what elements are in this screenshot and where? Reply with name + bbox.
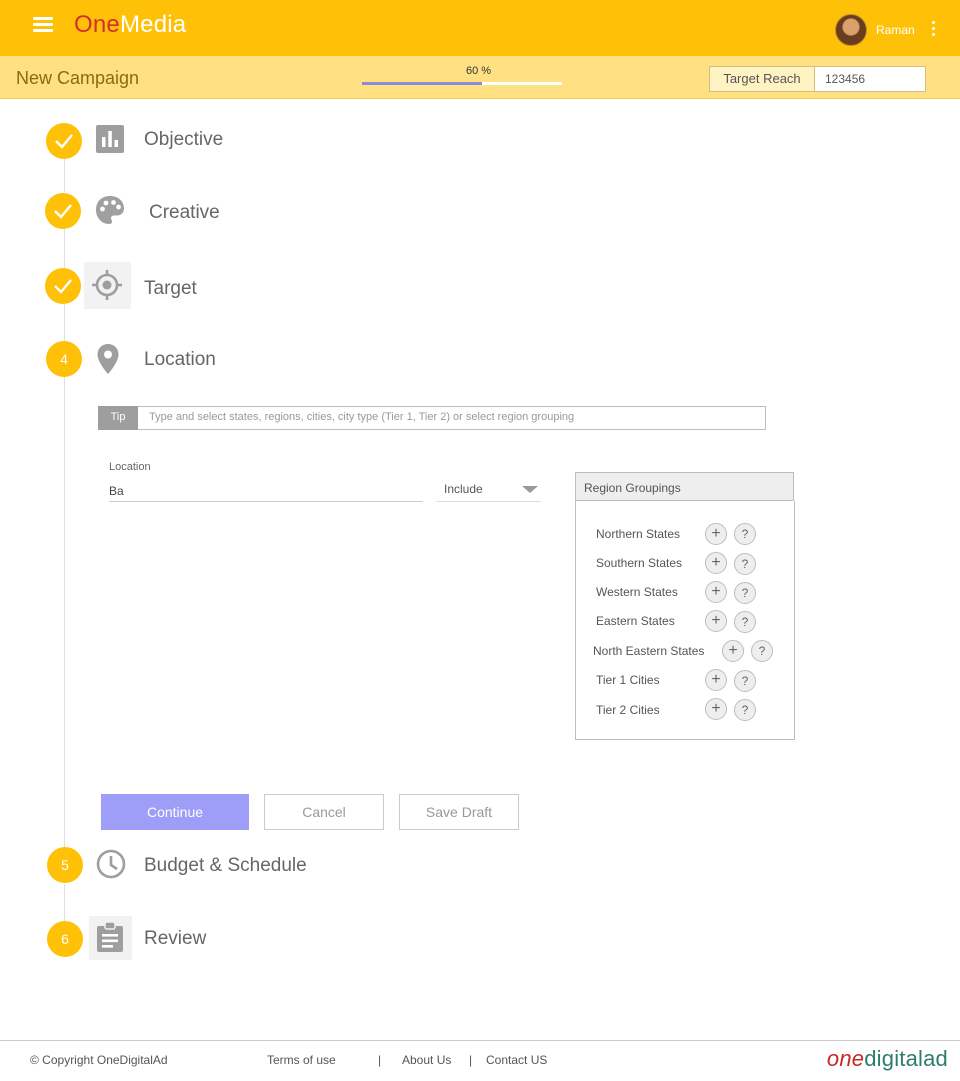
region-groupings-header: Region Groupings xyxy=(575,472,794,501)
location-input[interactable] xyxy=(109,480,423,502)
check-icon xyxy=(54,204,72,219)
brand-one: One xyxy=(74,11,120,38)
clipboard-icon xyxy=(97,921,123,952)
user-name[interactable]: Raman xyxy=(876,23,915,37)
copyright-text: © Copyright OneDigitalAd xyxy=(30,1053,168,1067)
stepper-connector xyxy=(64,229,65,268)
progress-bar xyxy=(362,82,562,85)
add-region-button[interactable]: + xyxy=(705,610,727,632)
region-groupings-title: Region Groupings xyxy=(584,481,681,495)
step-title-budget-schedule[interactable]: Budget & Schedule xyxy=(144,855,307,877)
palette-icon xyxy=(96,196,124,224)
step-review-number[interactable]: 6 xyxy=(47,921,83,957)
more-vert-icon[interactable] xyxy=(928,21,938,37)
dropdown-arrow-icon xyxy=(522,486,538,493)
step-creative-check[interactable] xyxy=(45,193,81,229)
cancel-button[interactable]: Cancel xyxy=(264,794,384,830)
add-region-button[interactable]: + xyxy=(722,640,744,662)
region-grouping-name: Tier 2 Cities xyxy=(596,703,660,717)
region-help-button[interactable]: ? xyxy=(734,611,756,633)
campaign-header: New Campaign 60 % Target Reach xyxy=(0,56,960,99)
add-region-button[interactable]: + xyxy=(705,698,727,720)
map-pin-icon xyxy=(97,344,119,374)
tip-text: Type and select states, regions, cities,… xyxy=(149,411,575,423)
include-exclude-select[interactable]: Include xyxy=(436,478,541,502)
region-help-button[interactable]: ? xyxy=(734,523,756,545)
region-help-button[interactable]: ? xyxy=(734,670,756,692)
contact-link[interactable]: Contact US xyxy=(486,1053,547,1067)
step-title-creative[interactable]: Creative xyxy=(149,202,220,224)
add-region-button[interactable]: + xyxy=(705,581,727,603)
step-title-location[interactable]: Location xyxy=(144,349,216,371)
step-objective-check[interactable] xyxy=(46,123,82,159)
continue-button[interactable]: Continue xyxy=(101,794,249,830)
brand-logo[interactable]: OneMedia xyxy=(74,11,186,39)
about-link[interactable]: About Us xyxy=(402,1053,451,1067)
step-title-target[interactable]: Target xyxy=(144,278,197,300)
region-grouping-name: North Eastern States xyxy=(593,644,705,658)
region-help-button[interactable]: ? xyxy=(734,553,756,575)
target-reach-field: Target Reach xyxy=(709,66,926,92)
bar-chart-icon xyxy=(96,125,124,153)
check-icon xyxy=(55,134,73,149)
clock-icon xyxy=(96,849,126,879)
region-grouping-name: Eastern States xyxy=(596,614,675,628)
onedigitalad-logo: onedigitalad xyxy=(827,1046,948,1072)
region-grouping-name: Southern States xyxy=(596,556,683,570)
hamburger-menu-icon[interactable] xyxy=(33,17,53,33)
include-select-value: Include xyxy=(444,482,483,496)
region-help-button[interactable]: ? xyxy=(734,699,756,721)
footer-separator: | xyxy=(469,1053,473,1067)
region-grouping-name: Western States xyxy=(596,585,678,599)
page-title: New Campaign xyxy=(16,68,140,88)
step-title-review[interactable]: Review xyxy=(144,928,206,950)
check-icon xyxy=(54,279,72,294)
stepper-connector xyxy=(64,158,65,192)
add-region-button[interactable]: + xyxy=(705,669,727,691)
stepper-connector xyxy=(64,304,65,342)
save-draft-button[interactable]: Save Draft xyxy=(399,794,519,830)
region-help-button[interactable]: ? xyxy=(751,640,773,662)
step-budget-number[interactable]: 5 xyxy=(47,847,83,883)
progress-label: 60 % xyxy=(466,65,492,77)
avatar[interactable] xyxy=(835,14,867,46)
logo-digitalad: digitalad xyxy=(864,1046,948,1071)
region-groupings-panel: Northern States + ? Southern States + ? … xyxy=(575,501,795,740)
region-help-button[interactable]: ? xyxy=(734,582,756,604)
target-reach-label: Target Reach xyxy=(710,67,815,91)
tip-label: Tip xyxy=(98,406,138,430)
location-tip: Tip Type and select states, regions, cit… xyxy=(98,406,766,430)
footer: © Copyright OneDigitalAd Terms of use | … xyxy=(0,1040,960,1081)
footer-separator: | xyxy=(378,1053,382,1067)
step-location-number[interactable]: 4 xyxy=(46,341,82,377)
add-region-button[interactable]: + xyxy=(705,523,727,545)
region-grouping-name: Tier 1 Cities xyxy=(596,673,660,687)
step-title-objective[interactable]: Objective xyxy=(144,129,223,151)
region-grouping-name: Northern States xyxy=(596,527,681,541)
step-target-check[interactable] xyxy=(45,268,81,304)
logo-one: one xyxy=(826,1046,865,1071)
brand-media: Media xyxy=(119,11,187,38)
app-bar: OneMedia Raman xyxy=(0,0,960,56)
progress-bar-fill xyxy=(362,82,482,85)
stepper-connector xyxy=(64,377,65,847)
location-field-label: Location xyxy=(109,461,151,473)
terms-link[interactable]: Terms of use xyxy=(267,1053,336,1067)
add-region-button[interactable]: + xyxy=(705,552,727,574)
stepper-connector xyxy=(64,884,65,921)
crosshair-icon xyxy=(92,270,122,300)
target-reach-input[interactable] xyxy=(815,67,925,91)
